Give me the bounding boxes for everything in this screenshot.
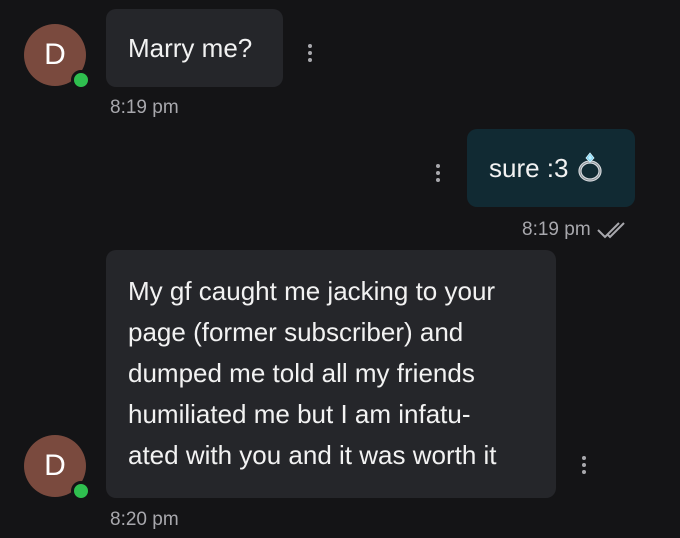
double-check-icon [597,222,625,239]
message-line: humiliated me but I am infatu- [128,399,471,429]
message-timestamp: 8:19 pm [522,219,591,240]
online-status-icon [71,70,91,90]
message-text: sure :3 [489,148,635,194]
message-text: Marry me? [128,33,253,63]
message-text-content: sure :3 [489,153,569,183]
message-options-icon[interactable] [581,456,587,474]
message-timestamp: 8:19 pm [110,97,179,118]
ring-icon [577,152,603,194]
message-options-icon[interactable] [307,44,313,62]
avatar-letter: D [44,449,66,482]
message-bubble[interactable]: Marry me? [106,9,283,87]
message-timestamp: 8:20 pm [110,509,179,530]
avatar[interactable]: D [24,24,91,90]
message-options-icon[interactable] [435,164,441,182]
online-status-icon [71,481,91,501]
message-line: ated with you and it was worth it [128,440,497,470]
message-bubble[interactable]: My gf caught me jacking to your page (fo… [106,250,556,498]
message-line: page (former subscriber) and [128,317,464,347]
message-line: My gf caught me jacking to your [128,276,496,306]
message-bubble[interactable]: sure :3 [467,129,635,207]
message-line: dumped me told all my friends [128,358,475,388]
avatar-letter: D [44,38,66,71]
avatar[interactable]: D [24,435,91,501]
